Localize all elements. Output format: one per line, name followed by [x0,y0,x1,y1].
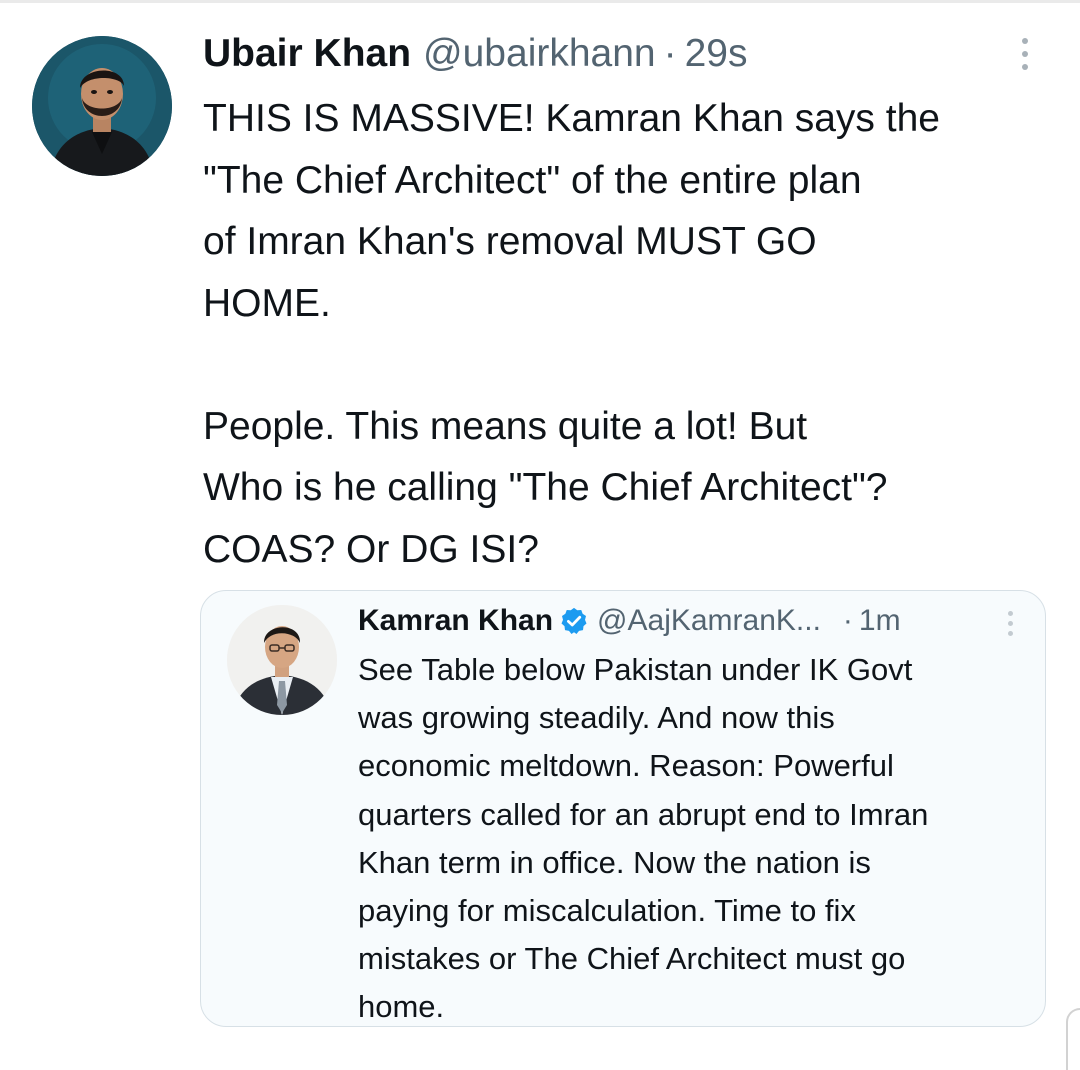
tweet-timestamp[interactable]: 29s [685,32,748,76]
more-vertical-icon[interactable] [1018,36,1032,72]
tweet-text-line: People. This means quite a lot! But [203,404,808,448]
quoted-text-line: home. [358,989,445,1025]
quoted-author-avatar[interactable] [227,605,337,715]
quoted-tweet-header: Kamran Khan @AajKamranK... · 1m [358,601,901,641]
quoted-header-separator: · [842,604,853,637]
quoted-text-line: paying for miscalculation. Time to fix [358,893,856,929]
quoted-author-handle[interactable]: @AajKamranK... [597,604,821,638]
quoted-more-vertical-icon[interactable] [1007,611,1015,637]
quoted-text-line: economic meltdown. Reason: Powerful [358,748,894,784]
edge-element [1066,1008,1080,1070]
author-avatar[interactable] [32,36,172,176]
tweet-text-line: Who is he calling "The Chief Architect"? [203,466,888,509]
quoted-text-line: was growing steadily. And now this [358,700,835,736]
author-name[interactable]: Ubair Khan [203,32,411,76]
tweet-text-line: THIS IS MASSIVE! Kamran Khan says the [203,97,940,140]
tweet[interactable]: Ubair Khan @ubairkhann · 29s THIS IS MAS… [0,0,1080,1070]
tweet-text-line: of Imran Khan's removal MUST GO [203,220,817,263]
quoted-text-line: Khan term in office. Now the nation is [358,844,871,880]
tweet-text-line: COAS? Or DG ISI? [203,527,539,571]
quoted-text-line: quarters called for an abrupt end to Imr… [358,796,929,832]
tweet-text: THIS IS MASSIVE! Kamran Khan says the "T… [203,88,1063,580]
header-separator: · [663,32,677,75]
quoted-author-name[interactable]: Kamran Khan [358,604,553,638]
author-handle[interactable]: @ubairkhann [423,32,656,76]
quoted-tweet-text: See Table below Pakistan under IK Govt w… [358,646,1038,1032]
quoted-tweet-card[interactable]: Kamran Khan @AajKamranK... · 1m See Tabl… [200,590,1046,1027]
tweet-text-line: HOME. [203,281,331,325]
verified-badge-icon [559,606,589,636]
quoted-tweet-timestamp[interactable]: 1m [859,604,901,638]
tweet-text-line: "The Chief Architect" of the entire plan [203,158,862,202]
quoted-text-line: See Table below Pakistan under IK Govt [358,652,913,687]
tweet-header: Ubair Khan @ubairkhann · 29s [203,30,748,78]
quoted-text-line: mistakes or The Chief Architect must go [358,941,906,977]
